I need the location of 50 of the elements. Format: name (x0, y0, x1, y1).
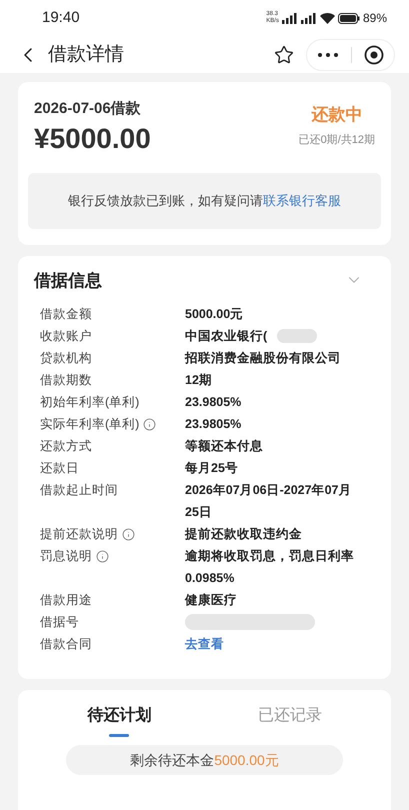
section-title: 借据信息 (34, 270, 102, 292)
more-icon[interactable] (317, 52, 339, 58)
remaining-label: 剩余待还本金 (130, 750, 214, 770)
star-icon[interactable] (274, 44, 294, 65)
signal-icon (300, 12, 317, 24)
field-label: 罚息说明 (40, 548, 92, 565)
field-label: 借据号 (40, 614, 79, 631)
remaining-amount: 5000.00元 (214, 750, 279, 770)
field-label: 提前还款说明 (40, 526, 118, 543)
field-value: 2026年07月06日-2027年07月25日 (185, 482, 352, 521)
field-label: 收款账户 (40, 328, 92, 345)
field-value: 每月25号 (185, 460, 239, 477)
info-icon[interactable] (122, 528, 135, 540)
page-title: 借款详情 (48, 42, 125, 66)
battery-level: 89% (362, 10, 387, 28)
field-label: 还款日 (40, 460, 79, 477)
info-icon[interactable] (143, 418, 156, 430)
field-value: 招联消费金融股份有限公司 (185, 350, 342, 367)
status-time: 19:40 (42, 8, 80, 28)
field-label: 借款期数 (40, 372, 92, 389)
field-value: 逾期将收取罚息，罚息日利率0.0985% (185, 548, 355, 587)
field-label: 实际年利率(单利) (40, 416, 140, 433)
view-contract-link[interactable]: 去查看 (185, 633, 224, 655)
field-value: 12期 (185, 372, 213, 389)
field-label: 初始年利率(单利) (40, 394, 140, 411)
field-label: 借款金额 (40, 306, 92, 323)
field-value: 等额还本付息 (185, 438, 264, 455)
field-label: 还款方式 (40, 438, 92, 455)
plan-tab[interactable]: 已还记录 (204, 704, 375, 737)
notice-text: 银行反馈放款已到账，如有疑问请 (68, 192, 263, 210)
field-value: 中国农业银行( (185, 328, 268, 345)
blurred-text (277, 329, 318, 343)
battery-icon (338, 12, 360, 24)
field-value: 23.9805% (185, 394, 242, 411)
field-label: 贷款机构 (40, 350, 92, 367)
contact-link[interactable]: 联系银行客服 (263, 190, 341, 210)
plan-tab[interactable]: 待还计划 (34, 704, 204, 737)
field-label: 借款用途 (40, 592, 92, 609)
signal-icon (282, 12, 298, 24)
field-label: 借款起止时间 (40, 482, 118, 499)
wifi-icon (320, 12, 335, 24)
loan-status: 还款中 (311, 104, 362, 126)
field-value: 健康医疗 (185, 592, 238, 609)
field-label: 借款合同 (40, 636, 92, 653)
loan-date: 2026-07-06借款 (34, 99, 142, 119)
field-value: 23.9805% (185, 416, 242, 433)
field-value: 5000.00元 (185, 306, 244, 323)
info-icon[interactable] (96, 550, 109, 562)
field-value: 提前还款收取违约金 (185, 526, 303, 543)
loan-amount: ¥5000.00 (34, 122, 151, 156)
